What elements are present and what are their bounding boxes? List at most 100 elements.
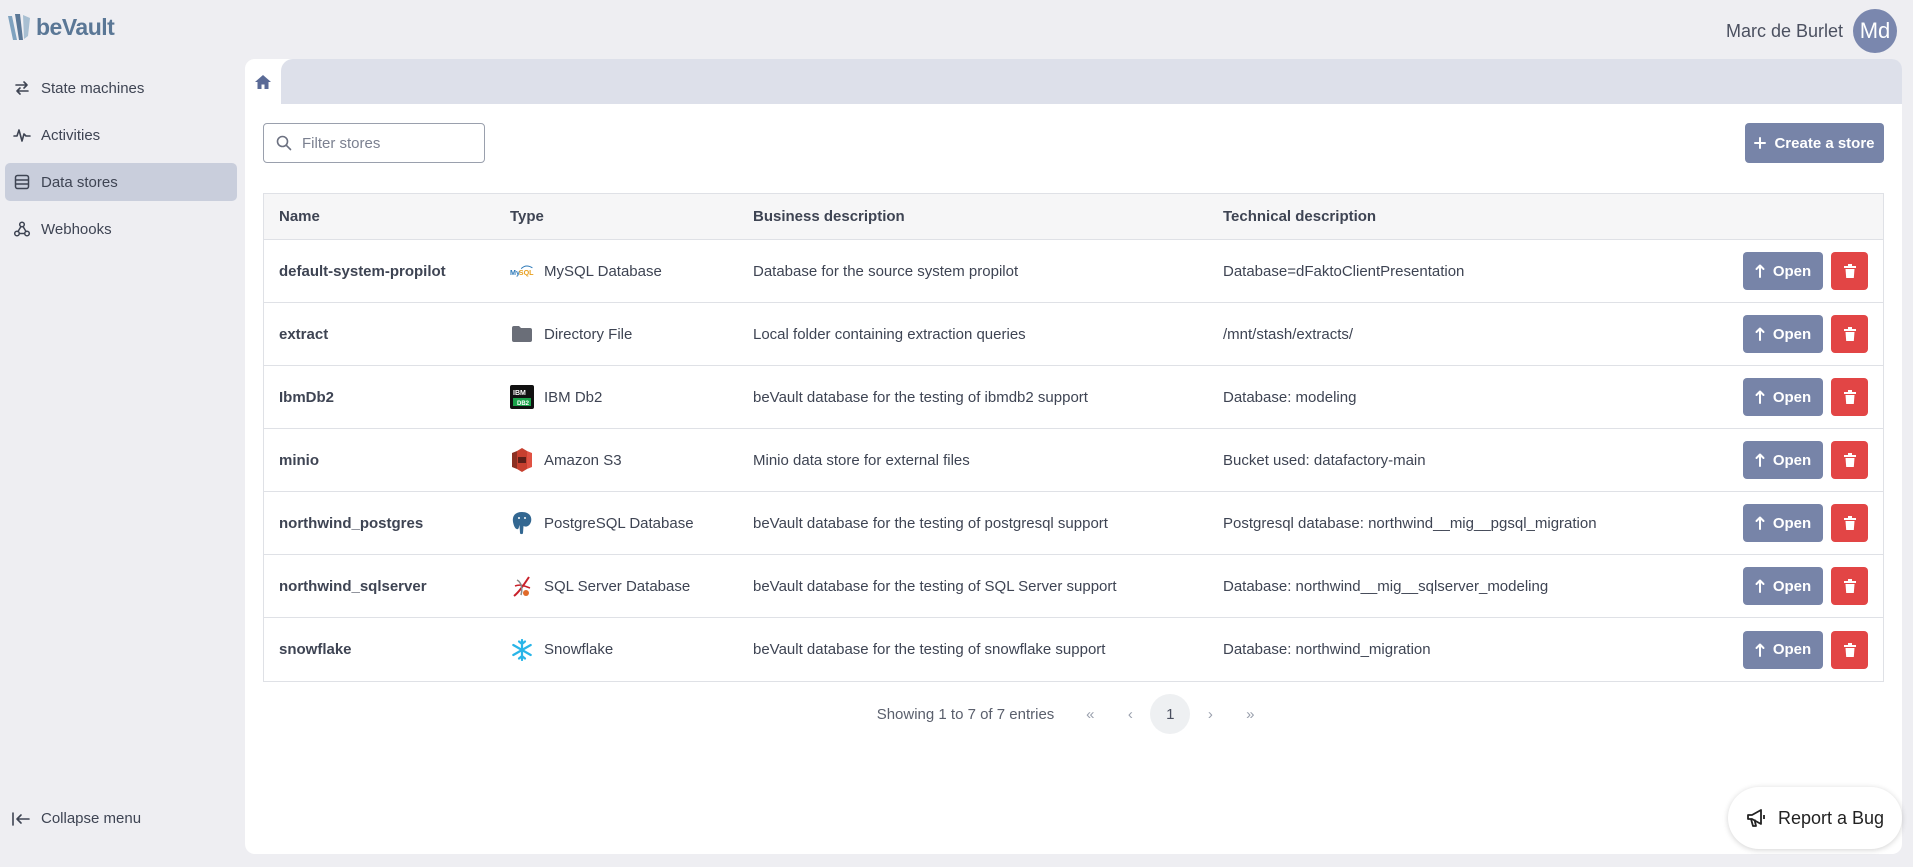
open-label: Open xyxy=(1772,641,1812,658)
svg-text:SQL: SQL xyxy=(519,268,534,277)
store-name: extract xyxy=(279,325,329,343)
app-logo[interactable]: beVault xyxy=(6,12,115,42)
delete-button[interactable] xyxy=(1831,252,1868,290)
technical-description: Bucket used: datafactory-main xyxy=(1223,451,1426,469)
filter-stores-input[interactable] xyxy=(302,134,462,152)
delete-button[interactable] xyxy=(1831,441,1868,479)
ibm-db2-icon: IBM DB2 xyxy=(510,385,534,409)
page-number-button[interactable]: 1 xyxy=(1150,694,1191,734)
technical-description: Database: northwind__mig__sqlserver_mode… xyxy=(1223,577,1549,595)
column-header-business-description[interactable]: Business description xyxy=(753,208,1223,225)
sidebar-item-label: Activities xyxy=(41,126,101,144)
table-row[interactable]: minio Amazon S3 Minio data store for ext… xyxy=(264,429,1883,492)
arrow-up-icon xyxy=(1755,390,1765,404)
store-type: SQL Server Database xyxy=(544,577,691,595)
store-type: MySQL Database xyxy=(544,262,662,280)
sidebar-item-webhooks[interactable]: Webhooks xyxy=(5,210,237,248)
data-stores-table: Name Type Business description Technical… xyxy=(263,193,1884,682)
postgresql-icon xyxy=(510,511,534,535)
pagination-summary: Showing 1 to 7 of 7 entries xyxy=(876,705,1055,723)
technical-description: Database: modeling xyxy=(1223,388,1357,406)
logo-text: beVault xyxy=(36,13,115,40)
arrow-up-icon xyxy=(1755,516,1765,530)
store-type: Directory File xyxy=(544,325,633,343)
delete-button[interactable] xyxy=(1831,315,1868,353)
table-row[interactable]: northwind_sqlserver SQL Server Database … xyxy=(264,555,1883,618)
snowflake-icon xyxy=(510,638,534,662)
sidebar-item-state-machines[interactable]: State machines xyxy=(5,69,237,107)
collapse-menu-label: Collapse menu xyxy=(41,810,142,827)
business-description: beVault database for the testing of snow… xyxy=(753,641,1106,658)
user-name: Marc de Burlet xyxy=(1725,20,1843,41)
open-label: Open xyxy=(1772,514,1812,532)
open-button[interactable]: Open xyxy=(1743,315,1823,353)
open-button[interactable]: Open xyxy=(1743,567,1823,605)
column-header-technical-description[interactable]: Technical description xyxy=(1223,208,1723,225)
tab-home[interactable] xyxy=(245,59,281,104)
store-name: northwind_postgres xyxy=(279,514,424,532)
pulse-icon xyxy=(13,129,31,142)
trash-icon xyxy=(1843,390,1856,404)
delete-button[interactable] xyxy=(1831,567,1868,605)
sidebar-item-label: Data stores xyxy=(41,173,118,191)
column-header-name[interactable]: Name xyxy=(264,208,502,225)
previous-page-button[interactable]: ‹ xyxy=(1110,694,1150,734)
trash-icon xyxy=(1843,453,1856,467)
store-type: Amazon S3 xyxy=(544,451,622,469)
database-icon xyxy=(14,174,30,190)
store-name: IbmDb2 xyxy=(279,388,335,406)
open-button[interactable]: Open xyxy=(1743,630,1823,669)
arrow-up-icon xyxy=(1755,453,1765,467)
open-button[interactable]: Open xyxy=(1743,378,1823,416)
open-label: Open xyxy=(1772,388,1812,406)
delete-button[interactable] xyxy=(1831,504,1868,542)
bevault-logo-icon xyxy=(8,14,30,40)
trash-icon xyxy=(1843,327,1856,341)
store-name: minio xyxy=(279,451,319,469)
trash-icon xyxy=(1843,264,1856,278)
technical-description: /mnt/stash/extracts/ xyxy=(1223,325,1354,343)
technical-description: Postgresql database: northwind__mig__pgs… xyxy=(1223,514,1597,532)
column-header-type[interactable]: Type xyxy=(502,208,753,225)
trash-icon xyxy=(1843,516,1856,530)
collapse-menu-button[interactable]: Collapse menu xyxy=(11,810,141,827)
open-button[interactable]: Open xyxy=(1743,252,1823,290)
store-name: northwind_sqlserver xyxy=(279,577,427,595)
first-page-button[interactable]: « xyxy=(1070,694,1110,734)
arrow-up-icon xyxy=(1755,643,1765,657)
table-header: Name Type Business description Technical… xyxy=(264,194,1883,240)
sidebar-nav: State machines Activities Data stores We… xyxy=(5,69,237,257)
sql-server-icon xyxy=(510,574,534,598)
svg-text:IBM: IBM xyxy=(513,390,526,397)
store-type: Snowflake xyxy=(544,641,614,658)
user-menu[interactable]: Marc de Burlet Md xyxy=(1726,9,1897,53)
table-row[interactable]: northwind_postgres PostgreSQL Database b… xyxy=(264,492,1883,555)
arrow-up-icon xyxy=(1755,264,1765,278)
arrow-up-icon xyxy=(1755,327,1765,341)
filter-stores-field[interactable] xyxy=(263,123,485,163)
next-page-button[interactable]: › xyxy=(1190,694,1230,734)
home-icon xyxy=(255,74,271,89)
store-type: IBM Db2 xyxy=(544,388,603,406)
open-button[interactable]: Open xyxy=(1743,441,1823,479)
delete-button[interactable] xyxy=(1831,630,1868,669)
table-row[interactable]: snowflake Snowflake beVault database for… xyxy=(264,618,1883,681)
open-label: Open xyxy=(1772,451,1812,469)
sidebar-item-data-stores[interactable]: Data stores xyxy=(5,163,237,201)
table-row[interactable]: default-system-propilot My SQL MySQL Data… xyxy=(264,240,1883,303)
last-page-button[interactable]: » xyxy=(1230,694,1270,734)
business-description: Minio data store for external files xyxy=(753,451,970,469)
create-store-button[interactable]: Create a store xyxy=(1745,123,1884,163)
table-row[interactable]: IbmDb2 IBM DB2 IBM Db2 beVault database f… xyxy=(264,366,1883,429)
business-description: Local folder containing extraction queri… xyxy=(753,325,1026,343)
sidebar-item-label: Webhooks xyxy=(41,220,112,238)
sidebar-item-activities[interactable]: Activities xyxy=(5,116,237,154)
open-label: Open xyxy=(1772,325,1812,343)
open-button[interactable]: Open xyxy=(1743,504,1823,542)
report-bug-button[interactable]: Report a Bug xyxy=(1728,787,1902,849)
create-store-label: Create a store xyxy=(1774,134,1875,152)
avatar[interactable]: Md xyxy=(1853,9,1897,53)
technical-description: Database=dFaktoClientPresentation xyxy=(1223,262,1465,280)
delete-button[interactable] xyxy=(1831,378,1868,416)
table-row[interactable]: extract Directory File Local folder cont… xyxy=(264,303,1883,366)
